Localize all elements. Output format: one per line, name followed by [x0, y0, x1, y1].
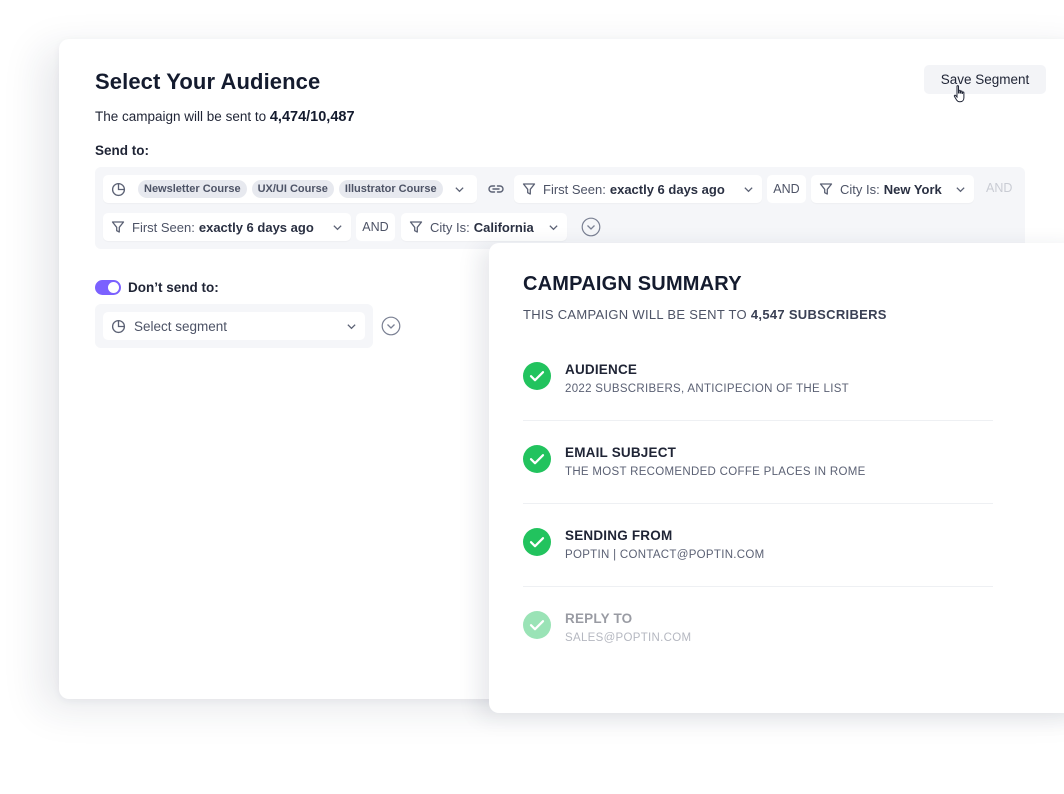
- segment-tag[interactable]: Newsletter Course: [138, 180, 247, 198]
- select-segment-dropdown[interactable]: Select segment: [103, 312, 365, 340]
- chevron-down-icon: [454, 186, 464, 192]
- filter-city[interactable]: City Is: New York: [811, 175, 974, 203]
- and-operator[interactable]: AND: [767, 175, 806, 203]
- pie-chart-icon: [111, 319, 126, 333]
- summary-item-detail: POPTIN | CONTACT@POPTIN.COM: [565, 549, 765, 561]
- send-to-label: Send to:: [95, 143, 149, 158]
- dont-send-label: Don’t send to:: [128, 280, 219, 295]
- summary-item-detail: 2022 SUBSCRIBERS, ANTICIPECION OF THE LI…: [565, 383, 849, 395]
- filter-first-seen[interactable]: First Seen: exactly 6 days ago: [514, 175, 762, 203]
- save-segment-button[interactable]: Save Segment: [924, 65, 1046, 94]
- divider: [523, 420, 993, 421]
- summary-item-detail: THE MOST RECOMENDED COFFE PLACES IN ROME: [565, 466, 866, 478]
- summary-item-title: SENDING FROM: [565, 528, 673, 543]
- filter-key: City Is:: [430, 219, 470, 235]
- summary-item-sending-from: SENDING FROM POPTIN | CONTACT@POPTIN.COM: [523, 528, 993, 611]
- check-circle-icon: [523, 362, 551, 390]
- filter-value: California: [473, 219, 534, 235]
- circle-chevron-down-icon[interactable]: [581, 217, 601, 237]
- summary-item-title: REPLY TO: [565, 611, 633, 626]
- summary-sub-prefix: THIS CAMPAIGN WILL BE SENT TO: [523, 307, 747, 322]
- sent-prefix: The campaign will be sent to: [95, 109, 267, 124]
- check-circle-icon: [523, 611, 551, 639]
- chevron-down-icon: [549, 224, 558, 230]
- circle-chevron-down-icon[interactable]: [381, 316, 401, 336]
- summary-subtitle: THIS CAMPAIGN WILL BE SENT TO 4,547 SUBS…: [523, 307, 887, 322]
- summary-item-title: EMAIL SUBJECT: [565, 445, 677, 460]
- sent-count: 4,474/10,487: [269, 109, 355, 125]
- divider: [523, 503, 993, 504]
- filter-icon: [409, 221, 423, 233]
- summary-title: CAMPAIGN SUMMARY: [523, 273, 742, 295]
- filter-first-seen[interactable]: First Seen: exactly 6 days ago: [103, 213, 351, 241]
- chevron-down-icon: [333, 224, 342, 230]
- summary-item-detail: SALES@POPTIN.COM: [565, 632, 692, 644]
- summary-item-title: AUDIENCE: [565, 362, 638, 377]
- summary-item-reply-to: REPLY TO SALES@POPTIN.COM: [523, 611, 993, 694]
- segment-tag[interactable]: UX/UI Course: [251, 180, 334, 198]
- filter-icon: [819, 183, 833, 195]
- summary-item-audience: AUDIENCE 2022 SUBSCRIBERS, ANTICIPECION …: [523, 362, 993, 445]
- page-title: Select Your Audience: [95, 69, 321, 94]
- divider: [523, 586, 993, 587]
- filter-value: exactly 6 days ago: [609, 181, 725, 197]
- pie-chart-icon: [111, 182, 126, 196]
- chevron-down-icon: [956, 186, 965, 192]
- check-circle-icon: [523, 445, 551, 473]
- filter-icon: [111, 221, 125, 233]
- select-segment-placeholder: Select segment: [134, 318, 228, 334]
- chevron-down-icon: [744, 186, 753, 192]
- filter-key: First Seen:: [543, 181, 606, 197]
- filter-city[interactable]: City Is: California: [401, 213, 567, 241]
- check-circle-icon: [523, 528, 551, 556]
- filter-value: New York: [883, 181, 942, 197]
- hand-cursor-icon: [953, 85, 965, 103]
- segment-tag[interactable]: Illustrator Course: [338, 180, 443, 198]
- chevron-down-icon: [347, 323, 356, 329]
- filter-key: First Seen:: [132, 219, 195, 235]
- filter-key: City Is:: [840, 181, 880, 197]
- summary-item-email-subject: EMAIL SUBJECT THE MOST RECOMENDED COFFE …: [523, 445, 993, 528]
- summary-sub-count: 4,547 SUBSCRIBERS: [750, 307, 887, 322]
- dont-send-toggle[interactable]: [95, 280, 121, 295]
- link-icon[interactable]: [487, 181, 505, 197]
- segment-select[interactable]: Newsletter Course UX/UI Course Illustrat…: [103, 175, 477, 203]
- sent-summary-line: The campaign will be sent to 4,474/10,48…: [95, 109, 355, 125]
- and-operator[interactable]: AND: [356, 213, 395, 241]
- filter-value: exactly 6 days ago: [198, 219, 314, 235]
- and-operator-faded: AND: [986, 181, 1013, 195]
- filter-icon: [522, 183, 536, 195]
